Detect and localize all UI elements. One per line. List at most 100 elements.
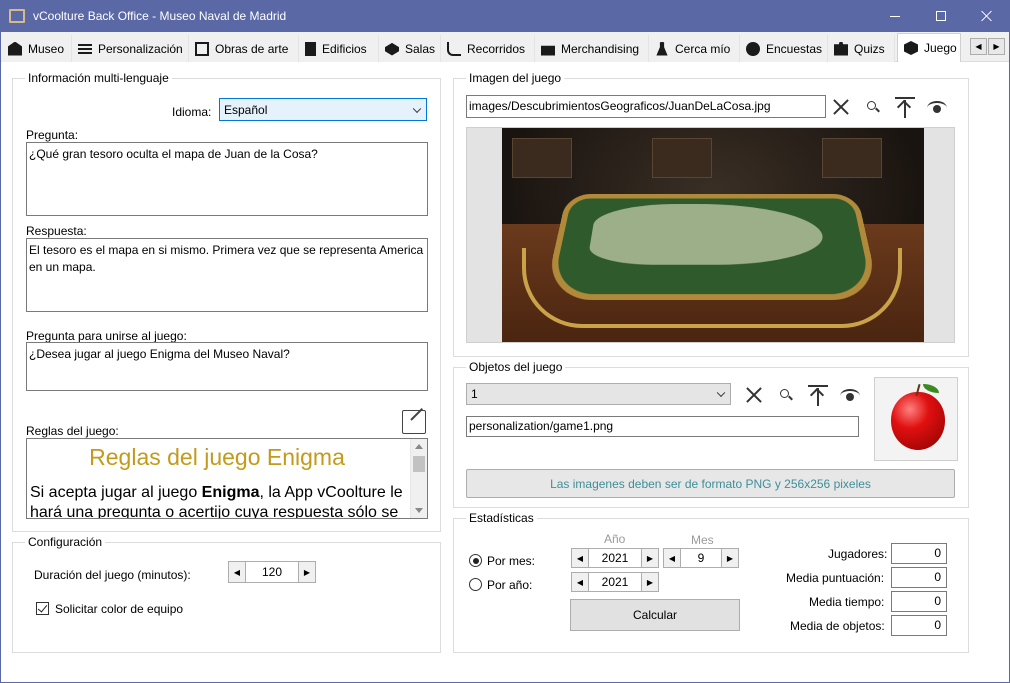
tab-scroll-right-button[interactable]: ▶ [988,38,1005,55]
decrement-button[interactable]: ◀ [664,549,681,567]
increment-button[interactable]: ▶ [721,549,738,567]
por-anio-year-stepper[interactable]: ◀ 2021 ▶ [571,572,659,592]
anio-header: Año [604,532,626,546]
media-tiempo-value[interactable]: 0 [891,591,947,612]
decrement-button[interactable]: ◀ [229,562,246,582]
tab-merchandising[interactable]: Merchandising [535,35,649,62]
config-group: Configuración Duración del juego (minuto… [12,535,441,653]
maximize-button[interactable] [918,0,964,32]
unirse-textarea[interactable]: ¿Desea jugar al juego Enigma del Museo N… [26,342,428,391]
clear-icon[interactable] [743,384,765,406]
pregunta-label: Pregunta: [26,128,79,142]
close-button[interactable] [964,0,1010,32]
jugadores-label: Jugadores: [828,547,888,561]
group-title: Configuración [25,535,106,549]
duracion-stepper[interactable]: ◀ 120 ▶ [228,561,316,583]
media-puntuacion-value[interactable]: 0 [891,567,947,588]
group-title: Objetos del juego [466,360,566,374]
tab-cerca-mio[interactable]: Cerca mío [649,35,740,62]
tab-label: Salas [405,41,436,56]
tab-museo[interactable]: Museo [2,35,72,62]
objeto-path-input[interactable]: personalization/game1.png [466,416,859,437]
eye-icon[interactable] [839,384,861,406]
tab-personalizacion[interactable]: Personalización [72,35,189,62]
tab-label: Museo [28,41,65,56]
media-tiempo-label: Media tiempo: [809,595,885,609]
color-label: Solicitar color de equipo [55,602,184,616]
por-mes-year-stepper[interactable]: ◀ 2021 ▶ [571,548,659,568]
tab-content-juego: Información multi-lenguaje Idioma: Españ… [0,62,1010,683]
search-icon[interactable] [775,384,797,406]
pregunta-textarea[interactable]: ¿Qué gran tesoro oculta el mapa de Juan … [26,142,428,216]
scroll-up-icon [415,444,423,449]
edit-icon[interactable] [402,407,426,434]
por-mes-month-value[interactable]: 9 [681,551,721,565]
media-puntuacion-label: Media puntuación: [786,571,885,585]
increment-button[interactable]: ▶ [641,549,658,567]
tab-label: Personalización [98,41,183,56]
jugadores-value[interactable]: 0 [891,543,947,564]
tab-label: Merchandising [561,41,640,56]
reglas-body-bold: Enigma [201,484,260,501]
por-mes-year-value[interactable]: 2021 [589,551,641,565]
tab-edificios[interactable]: Edificios [299,35,379,62]
decrement-button[interactable]: ◀ [572,573,589,591]
upload-icon[interactable] [807,384,829,406]
eye-icon[interactable] [926,96,948,118]
color-checkbox[interactable] [36,602,49,615]
tab-scroll-left-button[interactable]: ◀ [970,38,987,55]
por-anio-radio[interactable] [469,578,482,591]
puzzle-icon [834,41,848,56]
maximize-icon [936,11,946,21]
chevron-down-icon [412,104,422,113]
decrement-button[interactable]: ◀ [572,549,589,567]
search-icon[interactable] [862,96,884,118]
media-objetos-label: Media de objetos: [790,619,885,633]
por-anio-year-value[interactable]: 2021 [589,575,641,589]
scroll-thumb[interactable] [413,456,425,472]
por-mes-radio[interactable] [469,554,482,567]
idioma-value: Español [224,102,268,117]
calcular-button[interactable]: Calcular [570,599,740,631]
tab-salas[interactable]: Salas [379,35,441,62]
reglas-label: Reglas del juego: [26,424,119,438]
media-objetos-value[interactable]: 0 [891,615,947,636]
dice-icon [904,41,918,55]
tab-quizs[interactable]: Quizs [828,35,895,62]
vertical-scrollbar[interactable] [410,439,427,518]
reglas-richtext[interactable]: Reglas del juego Enigma Si acepta jugar … [26,438,428,519]
apple-image [891,392,945,450]
tab-juego[interactable]: Juego [897,33,961,62]
clear-icon[interactable] [830,96,852,118]
imagen-path-input[interactable]: images/DescubrimientosGeograficos/JuanDe… [466,95,826,118]
tab-label: Juego [924,41,957,55]
window-title: vCoolture Back Office - Museo Naval de M… [33,9,287,23]
tab-label: Quizs [854,41,885,56]
tab-label: Obras de arte [215,41,289,56]
format-notice: Las imagenes deben ser de formato PNG y … [466,469,955,498]
objetos-select[interactable]: 1 [466,383,731,405]
arrow-right-icon: ▶ [993,42,1000,51]
respuesta-textarea[interactable]: El tesoro es el mapa en si mismo. Primer… [26,238,428,312]
tab-encuestas[interactable]: Encuestas [740,35,828,62]
tab-recorridos[interactable]: Recorridos [441,35,535,62]
minimize-button[interactable] [872,0,918,32]
por-mes-month-stepper[interactable]: ◀ 9 ▶ [663,548,739,568]
picture-icon [195,41,209,56]
increment-button[interactable]: ▶ [298,562,315,582]
increment-button[interactable]: ▶ [641,573,658,591]
sliders-icon [78,43,92,54]
objetos-selected-value: 1 [471,387,478,401]
duracion-value[interactable]: 120 [246,565,298,579]
arrow-left-icon: ◀ [975,42,982,51]
imagen-group: Imagen del juego images/DescubrimientosG… [453,71,969,357]
route-icon [447,41,461,56]
upload-icon[interactable] [894,96,916,118]
room-icon [385,42,399,56]
tab-obras-de-arte[interactable]: Obras de arte [189,35,299,62]
juan-de-la-cosa-photo [502,128,924,342]
idioma-select[interactable]: Español [219,98,427,121]
minimize-icon [890,15,900,17]
group-title: Estadísticas [466,511,537,525]
group-title: Imagen del juego [466,71,565,85]
